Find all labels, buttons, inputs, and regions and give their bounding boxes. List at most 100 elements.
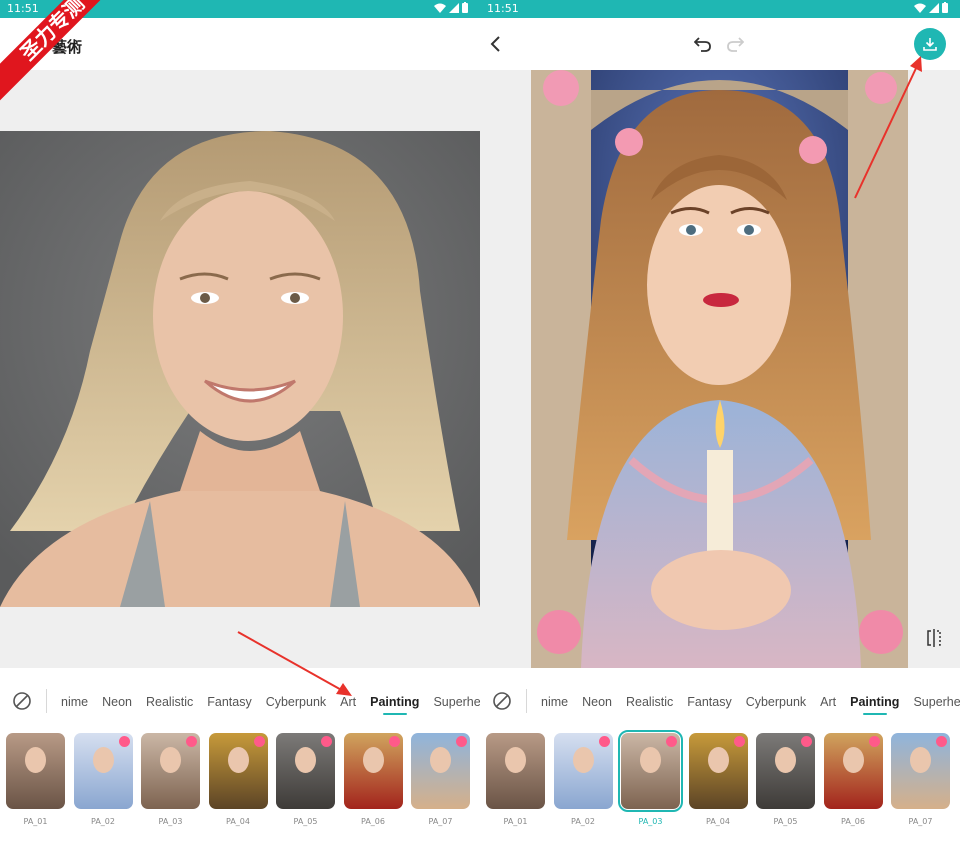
tab-nime[interactable]: nime (60, 683, 89, 721)
premium-badge-icon (186, 736, 197, 747)
style-thumb-pa-05[interactable] (276, 733, 335, 809)
tab-cyberpunk[interactable]: Cyberpunk (745, 683, 807, 721)
thumb-portrait (295, 747, 316, 773)
premium-badge-icon (733, 736, 745, 747)
tab-realistic[interactable]: Realistic (625, 683, 674, 721)
premium-badge-icon (801, 736, 812, 747)
tab-row: nime Neon Realistic Fantasy Cyberpunk Art Pain… (540, 683, 960, 721)
style-thumbnails: PA_01 PA_02 PA_03 PA_04 PA_05 PA_06 PA_07 (480, 730, 960, 833)
undo-icon[interactable] (694, 36, 712, 52)
tab-art[interactable]: Art (339, 683, 357, 721)
thumb-label: PA_05 (773, 817, 798, 826)
left-screen: 11:51 藝術 nime Neon Realistic Fantasy Cyb… (0, 0, 480, 847)
thumb-portrait (707, 747, 729, 773)
tab-fantasy[interactable]: Fantasy (686, 683, 732, 721)
thumb-portrait (227, 747, 249, 773)
wifi-icon (914, 3, 926, 13)
top-bar (480, 18, 960, 70)
thumb-label: PA_02 (571, 817, 595, 826)
style-thumb-pa-01[interactable] (6, 733, 65, 809)
battery-icon (942, 2, 948, 13)
premium-badge-icon (388, 736, 400, 747)
tab-superhero[interactable]: Superhero (432, 683, 480, 721)
thumb-label: PA_06 (361, 817, 385, 826)
thumb-label: PA_03 (158, 817, 183, 826)
download-icon (923, 38, 937, 51)
tab-superhero[interactable]: Superhero (912, 683, 960, 721)
tab-realistic[interactable]: Realistic (145, 683, 194, 721)
status-time: 11:51 (7, 2, 39, 15)
thumb-portrait (362, 747, 384, 773)
tab-row: nime Neon Realistic Fantasy Cyberpunk Art Pain… (60, 683, 480, 721)
tab-nime[interactable]: nime (540, 683, 569, 721)
style-thumbnails: PA_01 PA_02 PA_03 PA_04 PA_05 PA_06 PA_07 (0, 733, 480, 833)
compare-icon[interactable] (924, 628, 944, 648)
premium-badge-icon (868, 736, 880, 747)
style-thumb-pa-02[interactable] (73, 733, 133, 809)
thumb-portrait (92, 747, 114, 773)
premium-badge-icon (456, 736, 467, 747)
screenshot-comparison: 11:51 藝術 nime Neon Realistic Fantasy Cyb… (0, 0, 960, 847)
premium-badge-icon (118, 736, 130, 747)
right-screen: 11:51 nime Neon Realistic Fantasy Cyberp… (480, 0, 960, 847)
battery-icon (462, 2, 468, 13)
thumb-portrait (572, 747, 594, 773)
thumb-portrait (640, 747, 661, 773)
premium-badge-icon (666, 736, 677, 747)
thumb-label: PA_01 (503, 817, 528, 826)
image-canvas (0, 70, 480, 668)
tab-divider (526, 689, 527, 713)
tab-neon[interactable]: Neon (581, 683, 613, 721)
style-tabs: nime Neon Realistic Fantasy Cyberpunk Art Pain… (0, 683, 480, 721)
status-bar: 11:51 (480, 0, 960, 18)
style-thumb-pa-07[interactable] (411, 733, 470, 809)
premium-badge-icon (253, 736, 265, 747)
style-thumb-pa-05[interactable] (756, 733, 815, 809)
style-thumb-pa-04[interactable] (208, 733, 268, 809)
thumb-portrait (25, 747, 46, 773)
thumb-label: PA_03 (638, 817, 663, 826)
premium-badge-icon (936, 736, 947, 747)
download-button[interactable] (914, 28, 946, 60)
signal-icon (929, 2, 939, 13)
style-thumb-pa-07[interactable] (891, 733, 950, 809)
image-canvas (480, 70, 960, 668)
tab-painting[interactable]: Painting (849, 683, 900, 721)
tab-divider (46, 689, 47, 713)
back-arrow-icon[interactable] (488, 35, 504, 53)
wifi-icon (434, 3, 446, 13)
generated-painting (531, 70, 908, 668)
signal-icon (449, 2, 459, 13)
thumb-label: PA_07 (428, 817, 453, 826)
redo-icon[interactable] (726, 36, 744, 52)
tab-fantasy[interactable]: Fantasy (206, 683, 252, 721)
style-thumb-pa-06[interactable] (343, 733, 403, 809)
style-thumb-pa-01[interactable] (486, 733, 545, 809)
thumb-label: PA_02 (91, 817, 115, 826)
status-time: 11:51 (487, 2, 519, 15)
thumb-label: PA_07 (908, 817, 933, 826)
no-style-icon[interactable] (492, 691, 512, 711)
thumb-label: PA_06 (841, 817, 865, 826)
thumb-portrait (775, 747, 796, 773)
style-thumb-pa-06[interactable] (823, 733, 883, 809)
thumb-label: PA_05 (293, 817, 318, 826)
thumb-label: PA_01 (23, 817, 48, 826)
thumb-label: PA_04 (226, 817, 250, 826)
premium-badge-icon (321, 736, 332, 747)
tab-art[interactable]: Art (819, 683, 837, 721)
thumb-portrait (430, 747, 451, 773)
tab-cyberpunk[interactable]: Cyberpunk (265, 683, 327, 721)
thumb-portrait (505, 747, 526, 773)
style-thumb-pa-02[interactable] (553, 733, 613, 809)
style-thumb-pa-04[interactable] (688, 733, 748, 809)
thumb-portrait (910, 747, 931, 773)
thumb-label: PA_04 (706, 817, 730, 826)
style-thumb-pa-03[interactable] (141, 733, 200, 809)
tab-painting[interactable]: Painting (369, 683, 420, 721)
tab-neon[interactable]: Neon (101, 683, 133, 721)
style-tabs: nime Neon Realistic Fantasy Cyberpunk Art Pain… (480, 683, 960, 721)
premium-badge-icon (598, 736, 610, 747)
no-style-icon[interactable] (12, 691, 32, 711)
style-thumb-pa-03[interactable] (618, 730, 683, 812)
